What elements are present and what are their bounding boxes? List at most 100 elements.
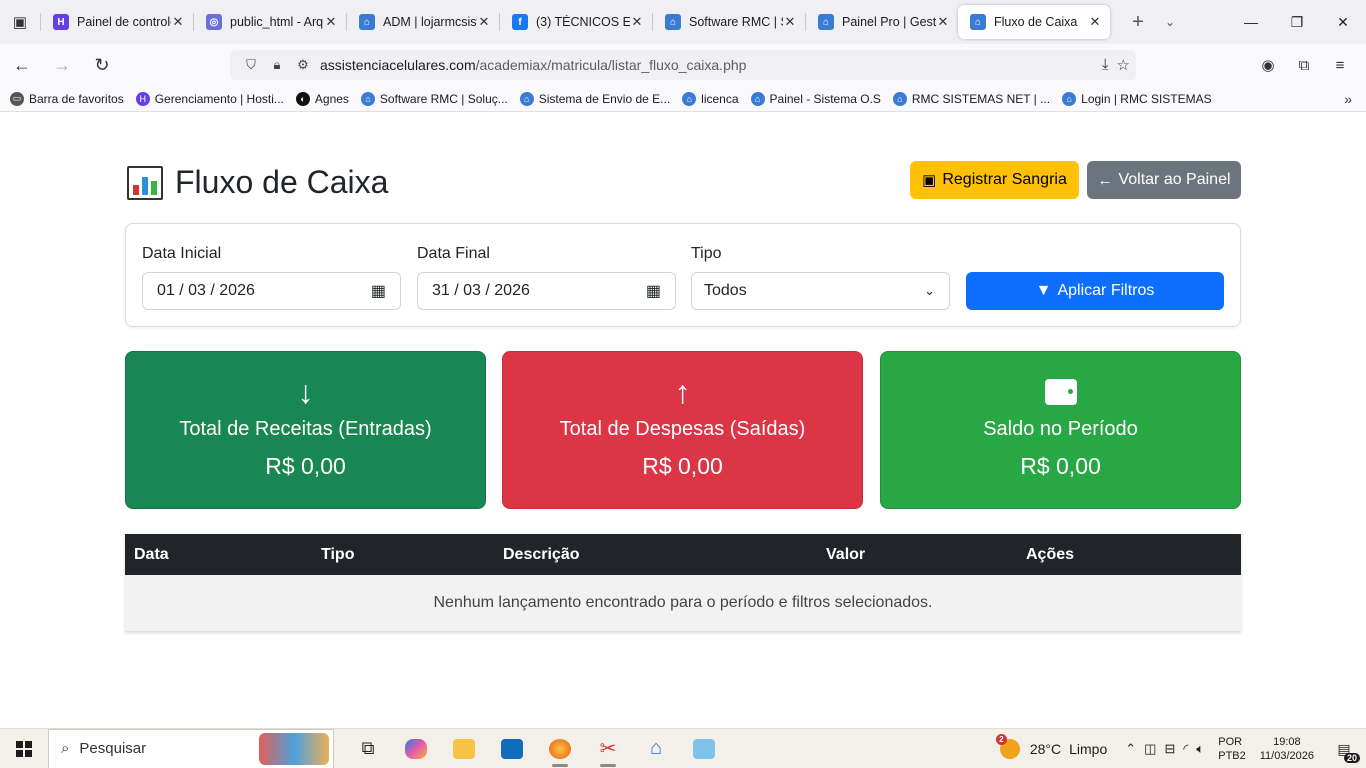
weather-temp: 28°C: [1029, 741, 1062, 757]
lock-icon[interactable]: 🔒︎: [264, 57, 290, 73]
bookmarks-overflow-icon[interactable]: »: [1344, 91, 1352, 107]
arrow-down-icon: ↓: [297, 374, 314, 410]
file-explorer-icon[interactable]: [440, 729, 488, 768]
browser-tab-4[interactable]: ⌂ Software RMC | Sol✕: [653, 5, 805, 39]
taskbar-search[interactable]: ⌕ Pesquisar: [48, 728, 334, 768]
bookmark-item-4[interactable]: ⌂ Sistema de Envio de E...: [519, 91, 670, 106]
bookmark-favicon-icon: ⌂: [519, 91, 534, 106]
notifications-count: 20: [1343, 753, 1360, 763]
tab-close-icon[interactable]: ✕: [936, 14, 950, 30]
snipping-tool-icon[interactable]: ✂: [584, 729, 632, 768]
tab-close-icon[interactable]: ✕: [324, 14, 338, 30]
registrar-sangria-button[interactable]: ▣ Registrar Sangria: [910, 161, 1079, 199]
outlook-icon[interactable]: [488, 729, 536, 768]
data-inicial-input[interactable]: 01 / 03 / 2026 ▦: [142, 272, 401, 310]
tab-overflow-chevron-icon[interactable]: ⌄: [1156, 5, 1184, 39]
task-view-icon[interactable]: ⧉: [344, 729, 392, 768]
wifi-icon[interactable]: ◜: [1183, 741, 1188, 757]
voltar-painel-button[interactable]: ← Voltar ao Painel: [1087, 161, 1241, 199]
browser-tab-3[interactable]: f (3) TÉCNICOS EM✕: [500, 5, 652, 39]
language-indicator[interactable]: POR PTB2: [1218, 735, 1246, 763]
page-settings-icon[interactable]: ⚙: [290, 57, 316, 73]
shield-icon[interactable]: ⛉: [238, 57, 264, 73]
start-button[interactable]: [0, 729, 48, 768]
close-window-icon[interactable]: ✕: [1320, 0, 1366, 44]
tab-title: Software RMC | Sol: [689, 15, 783, 29]
col-header-tipo: Tipo: [321, 546, 355, 563]
address-bar[interactable]: ⛉ 🔒︎ ⚙ assistenciacelulares.com/academia…: [230, 50, 1136, 80]
minimize-icon[interactable]: —: [1228, 0, 1274, 44]
tab-close-icon[interactable]: ✕: [1088, 14, 1102, 30]
data-final-label: Data Final: [417, 245, 490, 262]
chevron-down-icon: ⌄: [924, 283, 935, 298]
saldo-value: R$ 0,00: [1020, 453, 1101, 479]
bookmark-item-1[interactable]: H Gerenciamento | Hosti...: [135, 91, 284, 106]
aplicar-filtros-button[interactable]: ▼ Aplicar Filtros: [966, 272, 1224, 310]
copilot-icon[interactable]: [392, 729, 440, 768]
browser-tab-5[interactable]: ⌂ Painel Pro | Gestão✕: [806, 5, 958, 39]
lang-top: POR: [1218, 736, 1243, 748]
weather-desc: Limpo: [1069, 741, 1108, 757]
bookmark-favicon-icon: ⌂: [1062, 91, 1077, 106]
extensions-icon[interactable]: ⧉: [1286, 49, 1322, 81]
tab-close-icon[interactable]: ✕: [630, 14, 644, 30]
browser-tab-2[interactable]: ⌂ ADM | lojarmcsistemas✕: [347, 5, 499, 39]
wallet-icon: [881, 374, 1240, 410]
bookmark-item-8[interactable]: ⌂ Login | RMC SISTEMAS: [1062, 91, 1212, 106]
bookmark-item-6[interactable]: ⌂ Painel - Sistema O.S: [750, 91, 881, 106]
back-arrow-icon[interactable]: ←: [4, 49, 40, 81]
tab-favicon-icon: H: [53, 14, 69, 30]
tab-title: (3) TÉCNICOS EM: [536, 15, 630, 29]
network-device-icon[interactable]: ⊟: [1164, 741, 1175, 757]
bookmark-item-2[interactable]: ◐ Agnes: [295, 91, 349, 106]
clock[interactable]: 19:08 11/03/2026: [1260, 735, 1314, 763]
weather-widget[interactable]: 2 28°C Limpo: [995, 734, 1108, 759]
bookmark-item-3[interactable]: ⌂ Software RMC | Soluç...: [360, 91, 508, 106]
tab-favicon-icon: ⌂: [818, 14, 834, 30]
tray-icons: ⌃ ◫ ⊟ ◜ 🔈︎: [1125, 741, 1204, 757]
firefox-icon[interactable]: [536, 729, 584, 768]
tab-favicon-icon: ⌂: [359, 14, 375, 30]
browser-tab-0[interactable]: H Painel de controle ✕: [41, 5, 193, 39]
webcam-icon[interactable]: ◫: [1144, 741, 1156, 757]
filters-panel: Data Inicial 01 / 03 / 2026 ▦ Data Final…: [125, 223, 1241, 327]
browser-tab-1[interactable]: ◎ public_html - Arquivos✕: [194, 5, 346, 39]
home-app-icon[interactable]: ⌂: [632, 729, 680, 768]
notes-app-icon[interactable]: [680, 729, 728, 768]
tab-close-icon[interactable]: ✕: [783, 14, 797, 30]
tab-close-icon[interactable]: ✕: [477, 14, 491, 30]
restore-icon[interactable]: ❐: [1274, 0, 1320, 44]
tipo-select[interactable]: Todos ⌄: [691, 272, 950, 310]
bookmark-item-7[interactable]: ⌂ RMC SISTEMAS NET | ...: [892, 91, 1050, 106]
url-path: /academiax/matricula/listar_fluxo_caixa.…: [475, 57, 747, 73]
bookmark-star-icon[interactable]: ☆: [1117, 56, 1130, 74]
receitas-label: Total de Receitas (Entradas): [179, 418, 432, 440]
volume-icon[interactable]: 🔈︎: [1196, 741, 1204, 757]
save-page-icon[interactable]: ⤓: [1102, 56, 1109, 74]
url-text[interactable]: assistenciacelulares.com/academiax/matri…: [320, 57, 746, 73]
registrar-sangria-label: Registrar Sangria: [942, 171, 1067, 188]
tab-list-icon[interactable]: ▣: [0, 0, 40, 44]
toolbar-right: ◉ ⧉ ≡: [1250, 49, 1358, 81]
bookmark-label: Software RMC | Soluç...: [379, 91, 508, 106]
bookmark-item-5[interactable]: ⌂ licenca: [682, 91, 739, 106]
money-icon: ▣: [922, 172, 937, 189]
notifications-icon[interactable]: ▤ 20: [1328, 733, 1360, 765]
calendar-icon[interactable]: ▦: [371, 281, 386, 301]
calendar-icon[interactable]: ▦: [646, 281, 661, 301]
data-final-input[interactable]: 31 / 03 / 2026 ▦: [417, 272, 676, 310]
menu-icon[interactable]: ≡: [1322, 49, 1358, 81]
window-controls: — ❐ ✕: [1228, 0, 1366, 44]
receitas-value: R$ 0,00: [265, 453, 346, 479]
bookmark-label: Login | RMC SISTEMAS: [1081, 91, 1212, 106]
forward-arrow-icon[interactable]: →: [44, 49, 80, 81]
browser-tab-6[interactable]: ⌂ Fluxo de Caixa ✕: [958, 5, 1110, 39]
chevron-up-icon[interactable]: ⌃: [1125, 741, 1136, 757]
bookmark-item-0[interactable]: ▭ Barra de favoritos: [10, 91, 124, 106]
new-tab-plus-icon[interactable]: +: [1120, 5, 1156, 39]
tab-close-icon[interactable]: ✕: [171, 14, 185, 30]
bookmark-favicon-icon: ⌂: [750, 91, 765, 106]
reload-icon[interactable]: ↻: [84, 49, 120, 81]
taskbar-apps: ⧉ ✂ ⌂: [344, 729, 728, 768]
account-icon[interactable]: ◉: [1250, 49, 1286, 81]
